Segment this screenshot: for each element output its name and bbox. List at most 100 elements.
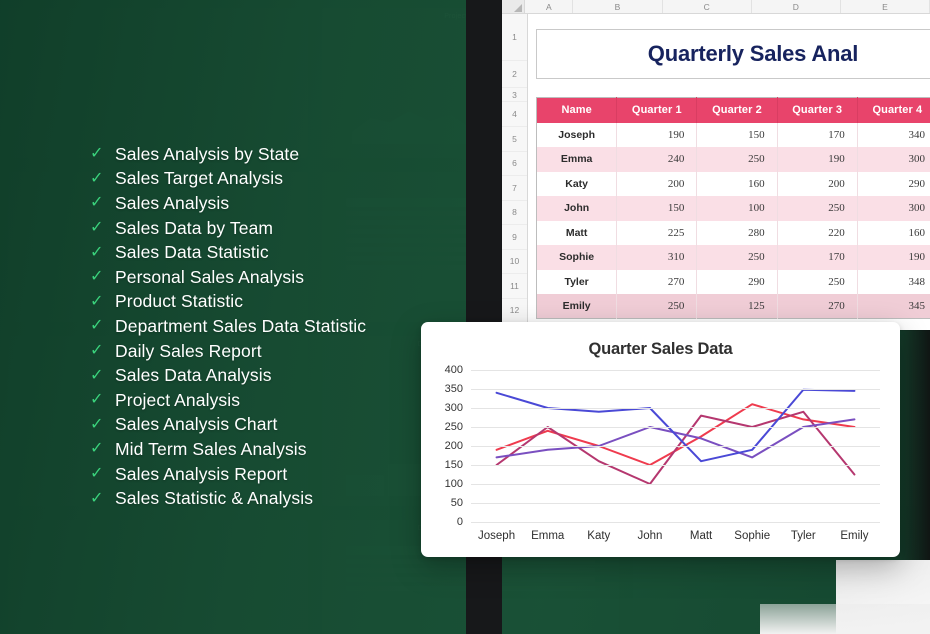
list-item[interactable]: ✓ Sales Data by Team xyxy=(90,216,460,241)
y-axis: 400 350 300 250 200 150 100 50 0 xyxy=(435,364,467,528)
table-row[interactable]: Tyler 270 290 250 348 xyxy=(536,269,930,294)
table-row[interactable]: Sophie 310 250 170 190 xyxy=(536,245,930,270)
check-icon: ✓ xyxy=(90,219,104,237)
check-icon: ✓ xyxy=(90,243,104,261)
list-item[interactable]: ✓ Sales Analysis Report xyxy=(90,462,460,487)
select-all-corner[interactable] xyxy=(502,0,526,13)
cell-q2: 150 xyxy=(696,122,778,147)
cell-q4: 300 xyxy=(857,147,930,172)
y-axis-tick-label: 100 xyxy=(444,478,463,490)
list-item[interactable]: ✓ Sales Data Statistic xyxy=(90,240,460,265)
y-axis-tick-label: 400 xyxy=(444,364,463,376)
cell-name: Matt xyxy=(536,220,618,245)
column-header-d[interactable]: D xyxy=(752,0,841,13)
cell-q4: 190 xyxy=(857,245,930,270)
list-item[interactable]: ✓ Department Sales Data Statistic xyxy=(90,314,460,339)
spreadsheet-window[interactable]: A B C D E 1 2 3 4 5 6 7 8 9 10 11 12 Qua… xyxy=(502,0,930,330)
cell-q3: 220 xyxy=(777,220,858,245)
list-item[interactable]: ✓ Sales Statistic & Analysis xyxy=(90,486,460,511)
table-row[interactable]: Joseph 190 150 170 340 xyxy=(536,122,930,147)
x-axis: Joseph Emma Katy John Matt Sophie Tyler Emily xyxy=(471,530,880,550)
column-header-a[interactable]: A xyxy=(525,0,574,13)
x-axis-tick-label: Emily xyxy=(840,530,869,542)
row-header-7[interactable]: 7 xyxy=(502,176,527,201)
list-item[interactable]: ✓ Personal Sales Analysis xyxy=(90,265,460,290)
cell-q3: 250 xyxy=(777,269,858,294)
column-header-e[interactable]: E xyxy=(841,0,930,13)
cell-q1: 310 xyxy=(616,245,698,270)
list-item[interactable]: ✓ Sales Analysis Chart xyxy=(90,413,460,438)
row-header-4[interactable]: 4 xyxy=(502,102,527,127)
list-item[interactable]: ✓ Sales Data Analysis xyxy=(90,363,460,388)
table-row[interactable]: Katy 200 160 200 290 xyxy=(536,171,930,196)
cell-name: Sophie xyxy=(536,245,618,270)
list-item-label: Product Statistic xyxy=(115,291,244,312)
column-header-c[interactable]: C xyxy=(663,0,752,13)
cell-q3: 270 xyxy=(777,294,858,319)
list-item-label: Sales Analysis Report xyxy=(115,463,288,484)
list-item-label: Department Sales Data Statistic xyxy=(115,315,367,336)
spreadsheet-grid[interactable]: Quarterly Sales Anal Name Quarter 1 Quar… xyxy=(528,14,930,330)
list-item[interactable]: ✓ Product Statistic xyxy=(90,290,460,315)
cell-q2: 125 xyxy=(696,294,778,319)
row-header-1[interactable]: 1 xyxy=(502,14,527,61)
row-header-12[interactable]: 12 xyxy=(502,299,527,323)
list-item-label: Sales Statistic & Analysis xyxy=(115,488,314,509)
bottom-light-strip xyxy=(760,604,930,634)
x-axis-tick-label: Joseph xyxy=(478,530,516,542)
feature-list: ✓ Sales Analysis by State ✓ Sales Target… xyxy=(90,142,460,511)
list-item[interactable]: ✓ Sales Target Analysis xyxy=(90,167,460,192)
cell-q4: 300 xyxy=(857,196,930,221)
cell-q4: 160 xyxy=(857,220,930,245)
cell-q1: 200 xyxy=(616,171,698,196)
cell-name: Katy xyxy=(536,171,618,196)
list-item-label: Sales Analysis Chart xyxy=(115,414,278,435)
list-item-label: Sales Data Analysis xyxy=(115,365,272,386)
list-item[interactable]: ✓ Project Analysis xyxy=(90,388,460,413)
sheet-title-cell[interactable]: Quarterly Sales Anal xyxy=(536,29,930,79)
gridline xyxy=(471,427,880,428)
check-icon: ✓ xyxy=(90,440,104,458)
cell-q2: 280 xyxy=(696,220,778,245)
table-row[interactable]: Emma 240 250 190 300 xyxy=(536,147,930,172)
list-item[interactable]: ✓ Mid Term Sales Analysis xyxy=(90,437,460,462)
column-header-quarter-2: Quarter 2 xyxy=(696,97,778,123)
check-icon: ✓ xyxy=(90,145,104,163)
table-row[interactable]: Matt 225 280 220 160 xyxy=(536,220,930,245)
row-header-5[interactable]: 5 xyxy=(502,127,527,152)
row-header-6[interactable]: 6 xyxy=(502,152,527,176)
row-header-9[interactable]: 9 xyxy=(502,225,527,250)
cell-q3: 190 xyxy=(777,147,858,172)
table-row[interactable]: John 150 100 250 300 xyxy=(536,196,930,221)
cell-q2: 160 xyxy=(696,171,778,196)
x-axis-tick-label: John xyxy=(637,530,663,542)
column-header-b[interactable]: B xyxy=(573,0,663,13)
list-item[interactable]: ✓ Daily Sales Report xyxy=(90,339,460,364)
gridline xyxy=(471,370,880,371)
list-item[interactable]: ✓ Sales Analysis xyxy=(90,191,460,216)
column-header-name: Name xyxy=(536,97,618,123)
list-item[interactable]: ✓ Sales Analysis by State xyxy=(90,142,460,167)
list-item-label: Sales Target Analysis xyxy=(115,168,284,189)
chart-plot-area: 400 350 300 250 200 150 100 50 0 Joseph Emma Katy J… xyxy=(435,364,886,550)
cell-q1: 150 xyxy=(616,196,698,221)
row-header-10[interactable]: 10 xyxy=(502,250,527,274)
check-icon: ✓ xyxy=(90,292,104,310)
cell-q1: 190 xyxy=(616,122,698,147)
table-row[interactable]: Emily 250 125 270 345 xyxy=(536,294,930,319)
list-item-label: Daily Sales Report xyxy=(115,340,262,361)
check-icon: ✓ xyxy=(90,317,104,335)
x-axis-tick-label: Tyler xyxy=(790,530,816,542)
check-icon: ✓ xyxy=(90,169,104,187)
x-axis-tick-label: Sophie xyxy=(734,530,771,542)
cell-q3: 170 xyxy=(777,122,858,147)
row-header-3[interactable]: 3 xyxy=(502,88,527,102)
row-header-8[interactable]: 8 xyxy=(502,201,527,225)
row-header-11[interactable]: 11 xyxy=(502,274,527,299)
chart-card[interactable]: Quarter Sales Data 400 350 300 250 200 150 100… xyxy=(421,322,900,557)
cell-name: Joseph xyxy=(536,122,618,147)
gridline xyxy=(471,389,880,390)
sales-data-table: Name Quarter 1 Quarter 2 Quarter 3 Quart… xyxy=(536,97,930,319)
row-header-2[interactable]: 2 xyxy=(502,61,527,88)
y-axis-tick-label: 200 xyxy=(444,440,463,452)
